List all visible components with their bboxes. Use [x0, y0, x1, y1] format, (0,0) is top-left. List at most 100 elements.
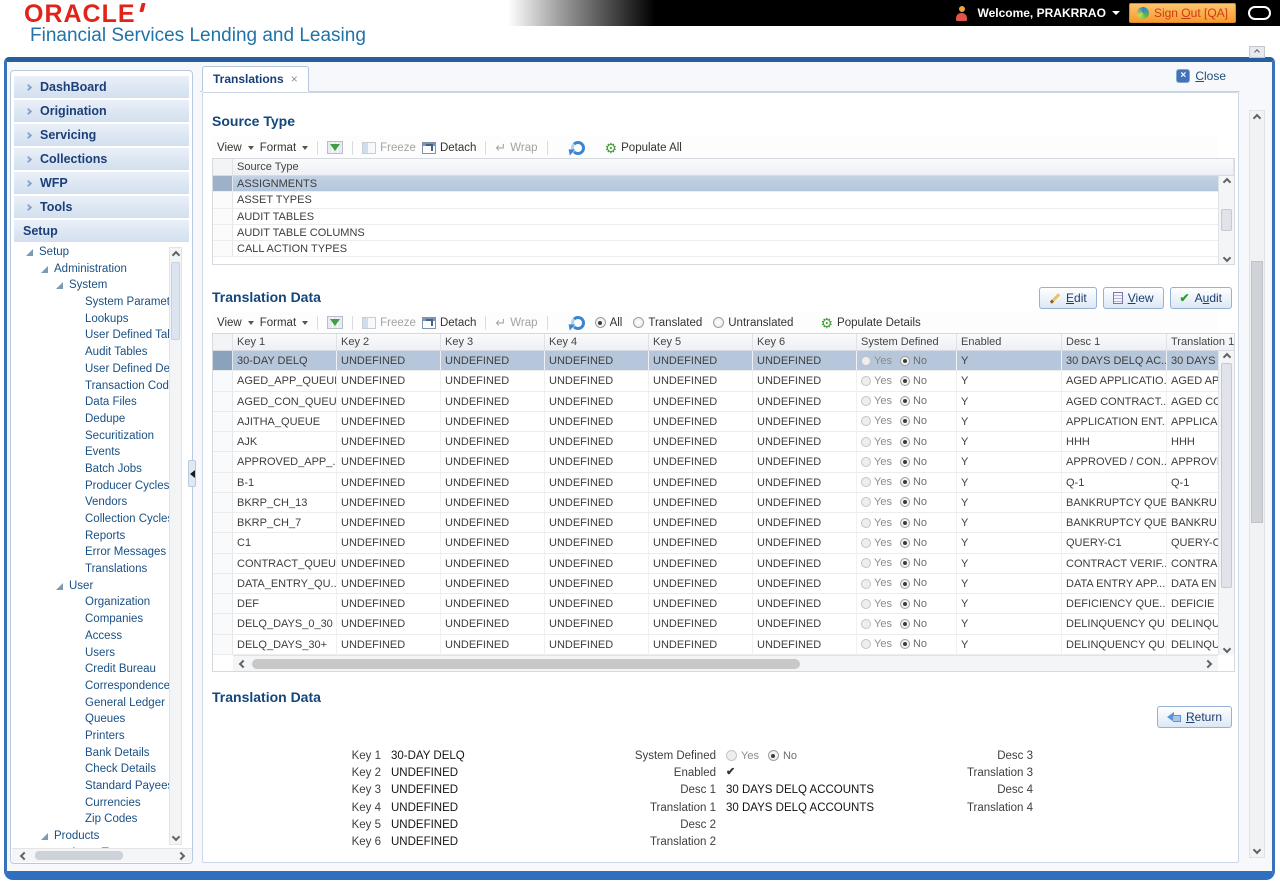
- welcome-menu[interactable]: Welcome, PRAKRRAO: [977, 6, 1119, 20]
- tree-item-translations[interactable]: Translations: [12, 561, 179, 578]
- tree-item-producer-cycles[interactable]: Producer Cycles: [12, 478, 179, 495]
- tree-item-users[interactable]: Users: [12, 645, 179, 662]
- scroll-right-icon[interactable]: [177, 851, 185, 859]
- radio-no-icon[interactable]: [900, 538, 910, 548]
- tree-item-reports[interactable]: Reports: [12, 528, 179, 545]
- tree-item-standard-payees[interactable]: Standard Payees: [12, 778, 179, 795]
- radio-no-icon[interactable]: [900, 396, 910, 406]
- radio-no-icon[interactable]: [900, 376, 910, 386]
- scroll-up-icon[interactable]: [171, 251, 179, 259]
- tree-item-error-messages[interactable]: Error Messages: [12, 544, 179, 561]
- scrollbar-thumb[interactable]: [35, 851, 123, 860]
- radio-yes-icon[interactable]: [861, 437, 871, 447]
- tree-item-bank-details[interactable]: Bank Details: [12, 745, 179, 762]
- format-menu[interactable]: Format: [260, 317, 308, 329]
- translation-row-bkrp-ch-13[interactable]: BKRP_CH_13UNDEFINEDUNDEFINEDUNDEFINEDUND…: [213, 493, 1218, 513]
- sign-out-button[interactable]: Sign Out [QA]: [1129, 3, 1236, 23]
- tree-item-organization[interactable]: Organization: [12, 594, 179, 611]
- radio-yes-icon[interactable]: [861, 538, 871, 548]
- radio-no-icon[interactable]: [900, 599, 910, 609]
- radio-no[interactable]: [768, 750, 779, 761]
- source-type-row-audit-tables[interactable]: AUDIT TABLES: [213, 209, 1218, 225]
- radio-yes-icon[interactable]: [861, 497, 871, 507]
- tree-item-setup[interactable]: Setup: [12, 244, 179, 261]
- tree-item-audit-tables[interactable]: Audit Tables: [12, 344, 179, 361]
- radio-no-icon[interactable]: [900, 518, 910, 528]
- detach-button[interactable]: Detach: [422, 317, 476, 329]
- source-type-row-assignments[interactable]: ASSIGNMENTS: [213, 176, 1218, 192]
- tab-close-icon[interactable]: ×: [291, 73, 298, 85]
- translation-row-b-1[interactable]: B-1UNDEFINEDUNDEFINEDUNDEFINEDUNDEFINEDU…: [213, 473, 1218, 493]
- wrap-button[interactable]: ↵Wrap: [495, 141, 537, 154]
- translation-row-def[interactable]: DEFUNDEFINEDUNDEFINEDUNDEFINEDUNDEFINEDU…: [213, 594, 1218, 614]
- scroll-down-icon[interactable]: [1222, 254, 1230, 262]
- tree-item-events[interactable]: Events: [12, 444, 179, 461]
- view-menu[interactable]: View: [217, 317, 254, 329]
- radio-yes-icon[interactable]: [861, 579, 871, 589]
- tree-item-general-ledger[interactable]: General Ledger: [12, 695, 179, 712]
- source-type-row-audit-table-columns[interactable]: AUDIT TABLE COLUMNS: [213, 225, 1218, 241]
- radio-yes-icon[interactable]: [861, 518, 871, 528]
- translation-row-c1[interactable]: C1UNDEFINEDUNDEFINEDUNDEFINEDUNDEFINEDUN…: [213, 533, 1218, 553]
- radio-no-icon[interactable]: [900, 477, 910, 487]
- radio-yes-icon[interactable]: [861, 639, 871, 649]
- translation-row-delq-days-30[interactable]: DELQ_DAYS_30+UNDEFINEDUNDEFINEDUNDEFINED…: [213, 635, 1218, 655]
- tab-translations[interactable]: Translations ×: [202, 66, 309, 92]
- tree-item-data-files[interactable]: Data Files: [12, 394, 179, 411]
- radio-yes-icon[interactable]: [861, 416, 871, 426]
- radio-no-icon[interactable]: [900, 619, 910, 629]
- query-by-example-icon[interactable]: [327, 141, 343, 154]
- tree-item-user-defined-defaults[interactable]: User Defined Defaults: [12, 361, 179, 378]
- translation-row-ajitha-queue[interactable]: AJITHA_QUEUEUNDEFINEDUNDEFINEDUNDEFINEDU…: [213, 412, 1218, 432]
- radio-yes-icon[interactable]: [861, 599, 871, 609]
- radio-translated[interactable]: [633, 317, 644, 328]
- scroll-right-icon[interactable]: [1204, 659, 1212, 667]
- tree-item-correspondence[interactable]: Correspondence: [12, 678, 179, 695]
- detach-button[interactable]: Detach: [422, 142, 476, 154]
- scrollbar-thumb[interactable]: [171, 262, 180, 340]
- radio-yes-icon[interactable]: [861, 376, 871, 386]
- tree-item-currencies[interactable]: Currencies: [12, 795, 179, 812]
- translation-row-data-entry-qu[interactable]: DATA_ENTRY_QU...UNDEFINEDUNDEFINEDUNDEFI…: [213, 574, 1218, 594]
- translation-v-scrollbar[interactable]: [1218, 351, 1234, 655]
- scroll-up-icon[interactable]: [1222, 353, 1230, 361]
- tree-item-securitization[interactable]: Securitization: [12, 428, 179, 445]
- tree-item-administration[interactable]: Administration: [12, 261, 179, 278]
- radio-no-icon[interactable]: [900, 437, 910, 447]
- translation-row-ajk[interactable]: AJKUNDEFINEDUNDEFINEDUNDEFINEDUNDEFINEDU…: [213, 432, 1218, 452]
- tree-item-user-defined-tables[interactable]: User Defined Tables: [12, 327, 179, 344]
- tree-horizontal-scrollbar[interactable]: [12, 848, 193, 862]
- radio-yes-icon[interactable]: [861, 396, 871, 406]
- translation-row-bkrp-ch-7[interactable]: BKRP_CH_7UNDEFINEDUNDEFINEDUNDEFINEDUNDE…: [213, 513, 1218, 533]
- format-menu[interactable]: Format: [260, 142, 308, 154]
- refresh-icon[interactable]: [571, 141, 585, 155]
- scrollbar-thumb[interactable]: [1251, 261, 1263, 523]
- radio-all[interactable]: [595, 317, 606, 328]
- translation-row-contract-queue[interactable]: CONTRACT_QUEUEUNDEFINEDUNDEFINEDUNDEFINE…: [213, 554, 1218, 574]
- tree-item-zip-codes[interactable]: Zip Codes: [12, 811, 179, 828]
- source-table-scrollbar[interactable]: [1218, 176, 1234, 264]
- tree-item-check-details[interactable]: Check Details: [12, 761, 179, 778]
- translation-h-scrollbar[interactable]: [233, 655, 1218, 671]
- scrollbar-thumb[interactable]: [1221, 209, 1232, 231]
- wrap-button[interactable]: ↵Wrap: [495, 316, 537, 329]
- edit-button[interactable]: Edit: [1039, 287, 1097, 309]
- translation-row-approved-app[interactable]: APPROVED_APP_...UNDEFINEDUNDEFINEDUNDEFI…: [213, 452, 1218, 472]
- scroll-down-icon[interactable]: [1253, 846, 1261, 854]
- radio-yes-icon[interactable]: [861, 619, 871, 629]
- tree-item-system[interactable]: System: [12, 277, 179, 294]
- radio-no-icon[interactable]: [900, 579, 910, 589]
- source-type-row-asset-types[interactable]: ASSET TYPES: [213, 192, 1218, 208]
- page-scrollbar[interactable]: [1249, 110, 1265, 858]
- audit-button[interactable]: ✔Audit: [1170, 287, 1232, 309]
- scroll-up-icon[interactable]: [1222, 178, 1230, 186]
- tree-item-vendors[interactable]: Vendors: [12, 494, 179, 511]
- sidebar-collapse-handle[interactable]: [188, 460, 196, 487]
- tree-item-queues[interactable]: Queues: [12, 711, 179, 728]
- tree-item-companies[interactable]: Companies: [12, 611, 179, 628]
- enabled-checkbox[interactable]: ✔: [726, 767, 735, 778]
- translation-row-aged-app-queue[interactable]: AGED_APP_QUEUEUNDEFINEDUNDEFINEDUNDEFINE…: [213, 371, 1218, 391]
- view-menu[interactable]: View: [217, 142, 254, 154]
- tree-item-credit-bureau[interactable]: Credit Bureau: [12, 661, 179, 678]
- tree-item-collection-cycles[interactable]: Collection Cycles: [12, 511, 179, 528]
